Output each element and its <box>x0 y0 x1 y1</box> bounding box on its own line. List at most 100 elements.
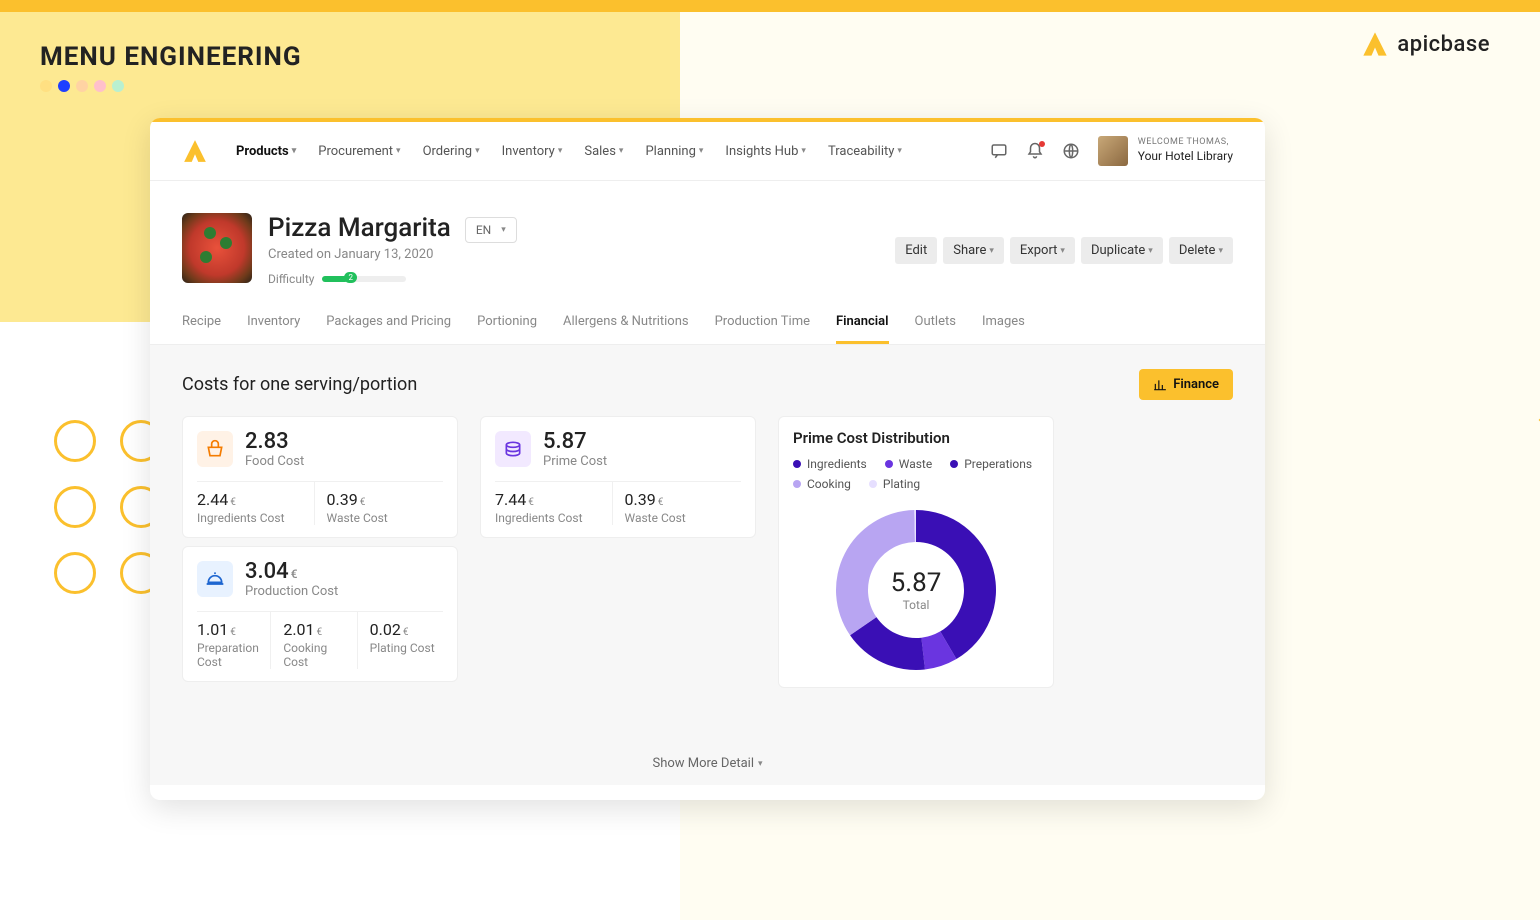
tab-packages[interactable]: Packages and Pricing <box>326 314 451 344</box>
recipe-tabs: Recipe Inventory Packages and Pricing Po… <box>150 296 1265 345</box>
food-waste-lbl: Waste Cost <box>327 511 444 525</box>
language-select[interactable]: EN ▾ <box>465 217 517 243</box>
prod-cost-label: Production Cost <box>245 584 338 599</box>
chevron-down-icon: ▾ <box>1218 246 1223 256</box>
prime-ing-val: 7.44 <box>495 490 526 509</box>
tab-portioning[interactable]: Portioning <box>477 314 537 344</box>
language-value: EN <box>476 223 491 237</box>
donut-center: 5.87 Total <box>891 568 942 612</box>
legend-item: Waste <box>885 457 932 471</box>
nav-procurement[interactable]: Procurement▾ <box>318 144 400 159</box>
user-block[interactable]: WELCOME THOMAS, Your Hotel Library <box>1098 136 1233 166</box>
avatar <box>1098 136 1128 166</box>
nav-traceability[interactable]: Traceability▾ <box>828 144 902 159</box>
donut-title: Prime Cost Distribution <box>793 429 1039 447</box>
tab-recipe[interactable]: Recipe <box>182 314 221 344</box>
legend-item: Plating <box>869 477 920 491</box>
nav-insights[interactable]: Insights Hub▾ <box>725 144 806 159</box>
decor-dots <box>40 80 124 92</box>
notification-dot <box>1039 141 1045 147</box>
prime-cost-card: 5.87 Prime Cost 7.44€ Ingredients Cost 0… <box>480 416 756 538</box>
nav-inventory[interactable]: Inventory▾ <box>502 144 563 159</box>
nav-products[interactable]: Products▾ <box>236 144 296 159</box>
donut-card: Prime Cost Distribution Ingredients Wast… <box>778 416 1054 688</box>
food-cost-card: 2.83 Food Cost 2.44€ Ingredients Cost 0.… <box>182 416 458 538</box>
top-strip <box>0 0 1540 12</box>
duplicate-button[interactable]: Duplicate▾ <box>1081 237 1163 264</box>
chevron-down-icon: ▾ <box>897 146 902 156</box>
plate-lbl: Plating Cost <box>370 641 437 655</box>
chevron-down-icon: ▾ <box>989 246 994 256</box>
donut-total-label: Total <box>891 598 942 612</box>
food-icon <box>197 431 233 467</box>
chevron-down-icon: ▾ <box>501 225 506 235</box>
chevron-down-icon: ▾ <box>558 146 563 156</box>
show-more-button[interactable]: Show More Detail ▾ <box>652 756 762 771</box>
difficulty-label: Difficulty <box>268 272 314 286</box>
chevron-down-icon: ▾ <box>1060 246 1065 256</box>
chat-icon[interactable] <box>990 142 1008 160</box>
prep-lbl: Preparation Cost <box>197 641 264 669</box>
welcome-text: WELCOME THOMAS, <box>1138 137 1233 149</box>
chart-icon <box>1153 378 1167 392</box>
app-logo-icon <box>182 138 208 164</box>
cook-val: 2.01 <box>283 620 314 639</box>
nav-planning[interactable]: Planning▾ <box>645 144 703 159</box>
coins-icon <box>495 431 531 467</box>
nav-sales[interactable]: Sales▾ <box>584 144 623 159</box>
food-ing-lbl: Ingredients Cost <box>197 511 314 525</box>
delete-button[interactable]: Delete▾ <box>1169 237 1233 264</box>
tab-financial[interactable]: Financial <box>836 314 889 344</box>
recipe-header: Pizza Margarita Created on January 13, 2… <box>150 181 1265 296</box>
finance-button[interactable]: Finance <box>1139 369 1233 400</box>
main-nav: Products▾ Procurement▾ Ordering▾ Invento… <box>236 144 990 159</box>
recipe-title: Pizza Margarita <box>268 213 451 243</box>
food-waste-val: 0.39 <box>327 490 358 509</box>
prep-val: 1.01 <box>197 620 228 639</box>
chevron-down-icon: ▾ <box>475 146 480 156</box>
app-header: Products▾ Procurement▾ Ordering▾ Invento… <box>150 122 1265 181</box>
globe-icon[interactable] <box>1062 142 1080 160</box>
donut-chart: 5.87 Total <box>793 505 1039 675</box>
content-head: Costs for one serving/portion Finance <box>182 369 1233 400</box>
food-cost-label: Food Cost <box>245 454 304 469</box>
prod-cost-value: 3.04 <box>245 559 289 584</box>
tab-outlets[interactable]: Outlets <box>915 314 956 344</box>
chevron-down-icon: ▾ <box>699 146 704 156</box>
nav-ordering[interactable]: Ordering▾ <box>423 144 480 159</box>
food-cost-value: 2.83 <box>245 429 304 454</box>
app-window: Products▾ Procurement▾ Ordering▾ Invento… <box>150 118 1265 800</box>
share-button[interactable]: Share▾ <box>943 237 1004 264</box>
chevron-down-icon: ▾ <box>1148 246 1153 256</box>
brand-logo-icon <box>1361 30 1389 58</box>
prime-waste-lbl: Waste Cost <box>625 511 742 525</box>
tab-images[interactable]: Images <box>982 314 1025 344</box>
action-bar: Edit Share▾ Export▾ Duplicate▾ Delete▾ <box>895 237 1233 264</box>
recipe-image <box>182 213 252 283</box>
chevron-down-icon: ▾ <box>292 146 297 156</box>
tab-production-time[interactable]: Production Time <box>715 314 810 344</box>
recipe-meta: Pizza Margarita Created on January 13, 2… <box>268 213 451 286</box>
production-cost-card: 3.04€ Production Cost 1.01€ Preparation … <box>182 546 458 682</box>
export-button[interactable]: Export▾ <box>1010 237 1075 264</box>
cook-lbl: Cooking Cost <box>283 641 350 669</box>
donut-legend: Ingredients Waste Preperations Cooking P… <box>793 457 1039 491</box>
cards-row: 2.83 Food Cost 2.44€ Ingredients Cost 0.… <box>182 416 1233 688</box>
prime-ing-lbl: Ingredients Cost <box>495 511 612 525</box>
prime-cost-value: 5.87 <box>543 429 607 454</box>
page-title: MENU ENGINEERING <box>40 42 302 72</box>
recipe-created: Created on January 13, 2020 <box>268 247 451 262</box>
chevron-down-icon: ▾ <box>801 146 806 156</box>
recipe-difficulty: Difficulty 2 <box>268 272 451 286</box>
difficulty-bar: 2 <box>322 276 406 282</box>
donut-total: 5.87 <box>891 568 942 598</box>
cloche-icon <box>197 561 233 597</box>
tab-allergens[interactable]: Allergens & Nutritions <box>563 314 689 344</box>
tab-inventory[interactable]: Inventory <box>247 314 300 344</box>
chevron-down-icon: ▾ <box>396 146 401 156</box>
content-area: Costs for one serving/portion Finance 2.… <box>150 345 1265 785</box>
edit-button[interactable]: Edit <box>895 237 937 264</box>
legend-item: Ingredients <box>793 457 867 471</box>
legend-item: Preperations <box>950 457 1032 471</box>
bell-icon[interactable] <box>1026 142 1044 160</box>
